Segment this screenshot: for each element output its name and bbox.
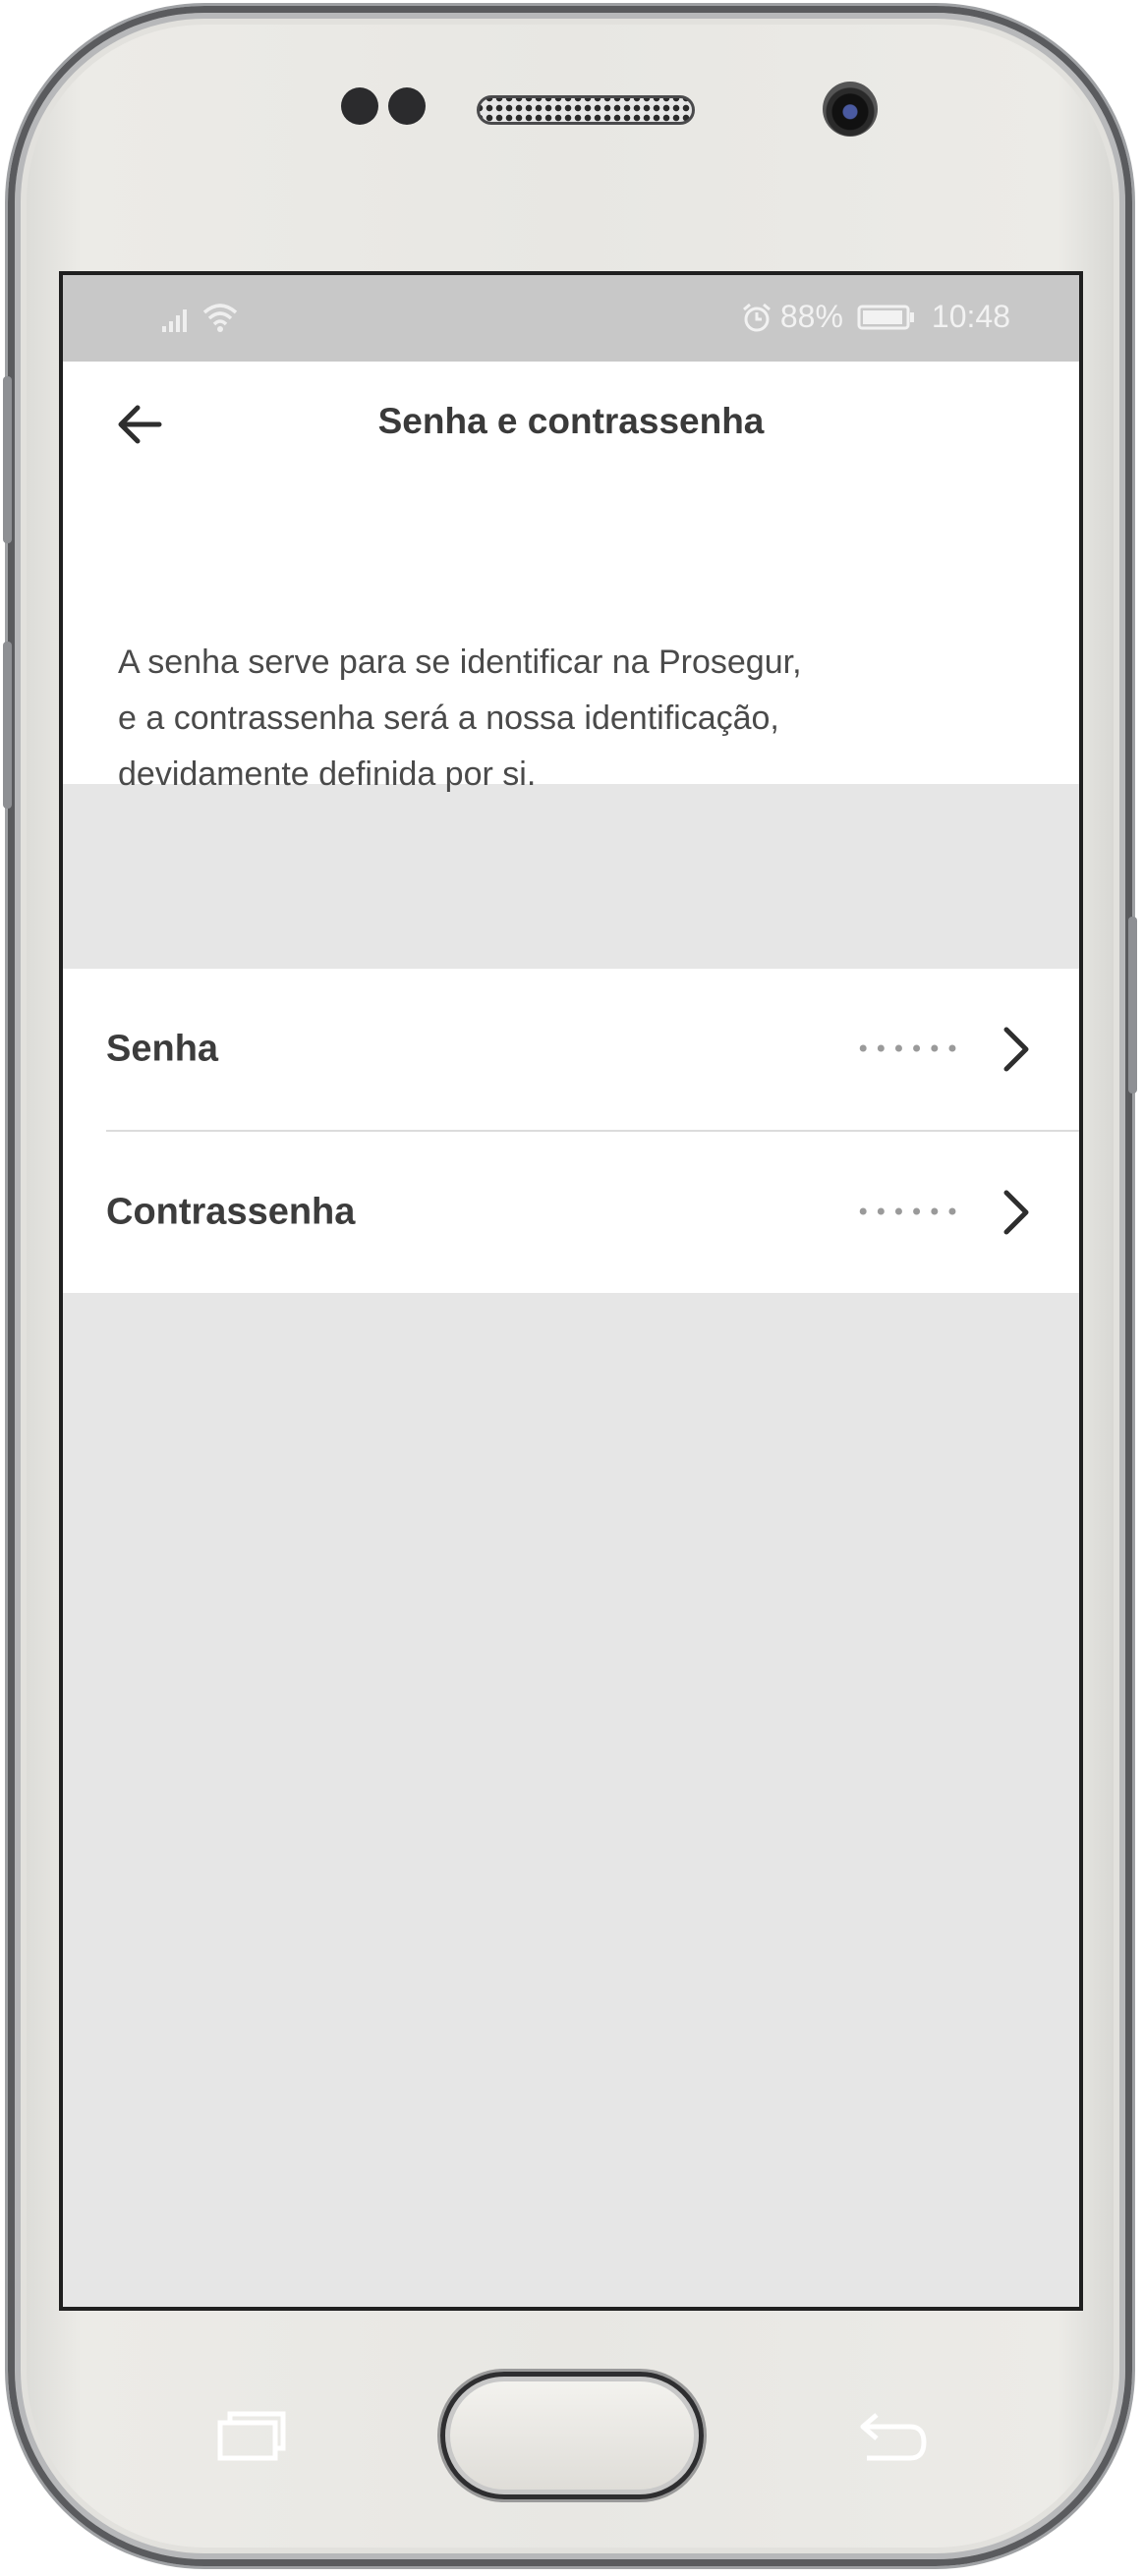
front-camera	[823, 82, 878, 137]
page-title: Senha e contrassenha	[377, 401, 765, 441]
power-button	[1128, 917, 1137, 1093]
sensor-dot	[341, 87, 378, 125]
battery-icon	[857, 305, 914, 329]
back-key-icon[interactable]	[855, 2409, 930, 2464]
earpiece-speaker	[477, 95, 695, 125]
description-line: A senha serve para se identificar na Pro…	[118, 644, 802, 681]
status-left	[161, 301, 240, 332]
settings-list: Senha •••••• Contrassenha ••••••	[63, 969, 1079, 1293]
row-label: Contrassenha	[106, 1191, 356, 1233]
description-line: e a contrassenha será a nossa identifica…	[118, 700, 779, 737]
masked-value: ••••••	[856, 1036, 963, 1063]
description-line: devidamente definida por si.	[118, 756, 537, 793]
description-text: A senha serve para se identificar na Pro…	[118, 635, 1002, 803]
screen: 88% 10:48 Senha e contrassenha A senha s…	[59, 271, 1083, 2311]
status-bar: 88% 10:48	[63, 275, 1079, 362]
status-right: 88% 10:48	[741, 299, 1010, 335]
alarm-icon	[742, 303, 771, 331]
header-section: Senha e contrassenha A senha serve para …	[63, 362, 1079, 793]
volume-up-button	[3, 376, 12, 543]
sensor-dot	[388, 87, 426, 125]
home-button[interactable]	[440, 2372, 704, 2499]
masked-value: ••••••	[856, 1199, 963, 1226]
signal-icon	[162, 309, 187, 332]
chevron-right-icon	[1003, 1190, 1029, 1235]
battery-percent: 88%	[779, 299, 843, 334]
volume-down-button	[3, 642, 12, 809]
recent-apps-icon[interactable]	[216, 2409, 287, 2462]
status-time: 10:48	[931, 299, 1010, 334]
settings-row-contrassenha[interactable]: Contrassenha ••••••	[106, 1130, 1079, 1293]
settings-row-senha[interactable]: Senha ••••••	[63, 969, 1079, 1130]
row-label: Senha	[106, 1028, 219, 1070]
wifi-icon	[202, 304, 238, 332]
chevron-right-icon	[1003, 1027, 1029, 1072]
